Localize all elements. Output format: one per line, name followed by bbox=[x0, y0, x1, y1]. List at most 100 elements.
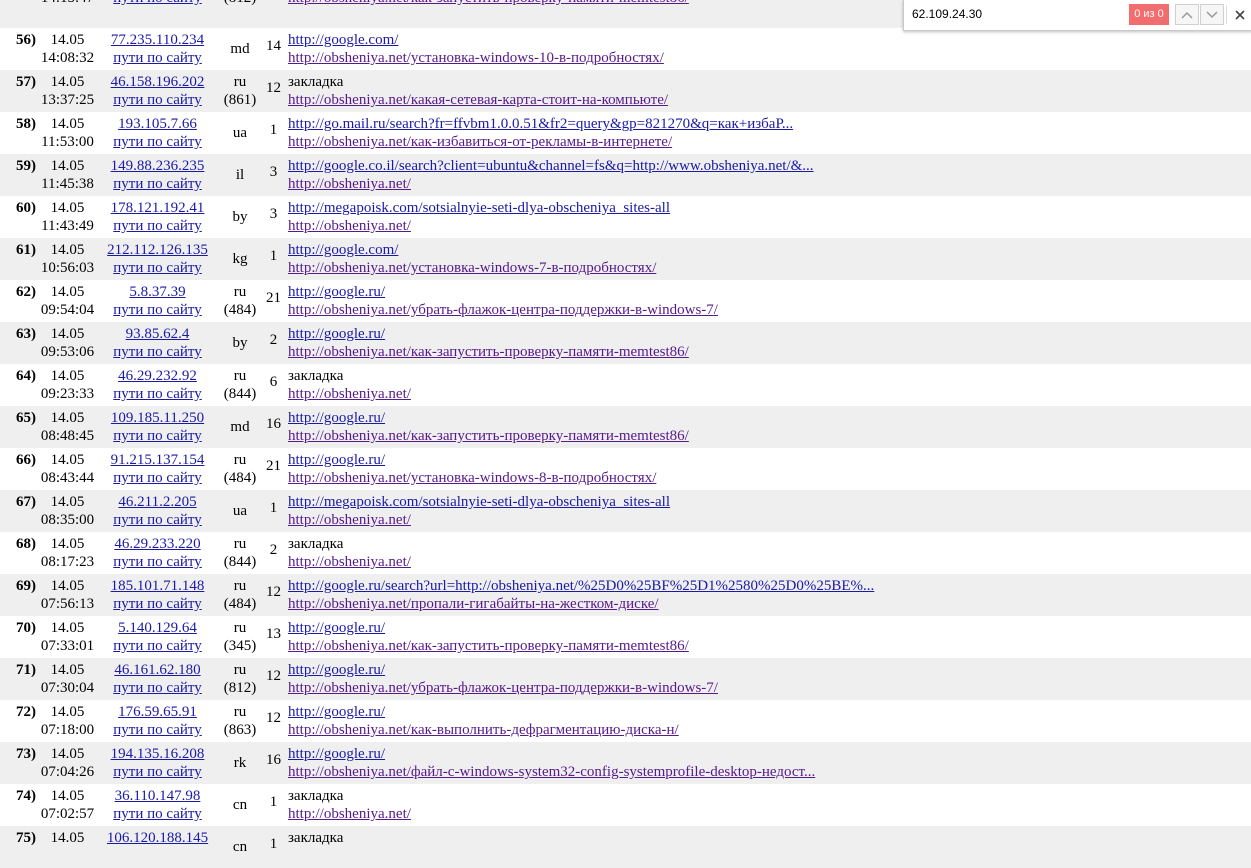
ip-link[interactable]: 77.235.110.234 bbox=[99, 31, 216, 49]
ip-link[interactable]: 5.8.37.39 bbox=[99, 283, 216, 301]
landing-page-link[interactable]: http://obsheniya.net/ bbox=[288, 175, 1251, 193]
ip-link[interactable]: 109.185.11.250 bbox=[99, 409, 216, 427]
site-paths-link[interactable]: пути по сайту bbox=[99, 175, 216, 193]
landing-page-link[interactable]: http://obsheniya.net/установка-windows-7… bbox=[288, 259, 1251, 277]
ip-link[interactable]: 185.101.71.148 bbox=[99, 577, 216, 595]
landing-page-link[interactable]: http://obsheniya.net/ bbox=[288, 553, 1251, 571]
referrer-link[interactable]: http://google.ru/ bbox=[288, 451, 1251, 469]
landing-page-link[interactable]: http://obsheniya.net/как-запустить-прове… bbox=[288, 637, 1251, 655]
row-number: 60) bbox=[0, 196, 36, 238]
referrer-link[interactable]: http://google.ru/ bbox=[288, 325, 1251, 343]
landing-page-link[interactable]: http://obsheniya.net/убрать-флажок-центр… bbox=[288, 301, 1251, 319]
referrer-link[interactable]: http://go.mail.ru/search?fr=ffvbm1.0.0.5… bbox=[288, 115, 1251, 133]
find-input[interactable] bbox=[908, 4, 1132, 24]
referrer-link[interactable]: http://google.co.il/search?client=ubuntu… bbox=[288, 157, 1251, 175]
ip-link[interactable]: 212.112.126.135 bbox=[99, 241, 216, 259]
site-paths-link[interactable]: пути по сайту bbox=[99, 91, 216, 109]
site-paths-link[interactable]: пути по сайту bbox=[99, 679, 216, 697]
landing-page-link[interactable]: http://obsheniya.net/файл-с-windows-syst… bbox=[288, 763, 1251, 781]
ip-link[interactable]: 149.88.236.235 bbox=[99, 157, 216, 175]
referrer-cell: http://google.ru/http://obsheniya.net/ус… bbox=[283, 448, 1251, 490]
site-paths-link[interactable]: пути по сайту bbox=[99, 49, 216, 67]
site-paths-link[interactable]: пути по сайту bbox=[99, 427, 216, 445]
site-paths-link[interactable]: пути по сайту bbox=[99, 553, 216, 571]
site-paths-link[interactable]: пути по сайту bbox=[99, 385, 216, 403]
landing-page-link[interactable]: http://obsheniya.net/как-запустить-прове… bbox=[288, 427, 1251, 445]
visit-count: 12 bbox=[266, 584, 281, 600]
ip-link[interactable]: 106.120.188.145 bbox=[99, 829, 216, 847]
region-code: (484) bbox=[223, 596, 257, 612]
landing-page-link[interactable]: http://obsheniya.net/пропали-гигабайты-н… bbox=[288, 595, 1251, 613]
ip-link[interactable]: 46.161.62.180 bbox=[99, 661, 216, 679]
ip-link[interactable]: 194.135.16.208 bbox=[99, 745, 216, 763]
landing-page-link[interactable]: http://obsheniya.net/какая-сетевая-карта… bbox=[288, 91, 1251, 109]
ip-link[interactable]: 176.59.65.91 bbox=[99, 703, 216, 721]
referrer-link[interactable]: http://google.ru/search?url=http://obshe… bbox=[288, 577, 1251, 595]
site-paths-link[interactable]: пути по сайту bbox=[99, 133, 216, 151]
ip-link[interactable]: 46.158.196.202 bbox=[99, 73, 216, 91]
ip-link[interactable]: 193.105.7.66 bbox=[99, 115, 216, 133]
visit-datetime: 14.05 14:08:32 bbox=[36, 28, 99, 70]
visit-count-cell: 2 bbox=[264, 322, 283, 364]
site-paths-link[interactable]: пути по сайту bbox=[99, 763, 216, 781]
site-paths-link[interactable]: пути по сайту bbox=[99, 0, 216, 7]
visitor-ip-cell: 5.8.37.39 пути по сайту bbox=[99, 280, 216, 322]
ip-link[interactable]: 91.215.137.154 bbox=[99, 451, 216, 469]
landing-page-link[interactable]: http://obsheniya.net/установка-windows-8… bbox=[288, 469, 1251, 487]
referrer-link[interactable]: http://google.ru/ bbox=[288, 619, 1251, 637]
referrer-cell: закладка http://obsheniya.net/ bbox=[283, 784, 1251, 826]
visit-time: 11:43:49 bbox=[41, 218, 94, 234]
site-paths-link[interactable]: пути по сайту bbox=[99, 805, 216, 823]
site-paths-link[interactable]: пути по сайту bbox=[99, 469, 216, 487]
find-bar-divider bbox=[1226, 6, 1227, 24]
find-next-button[interactable] bbox=[1200, 4, 1224, 25]
referrer-link[interactable]: http://google.com/ bbox=[288, 241, 1251, 259]
row-number: 73) bbox=[0, 742, 36, 784]
country-code: ru bbox=[233, 620, 247, 636]
landing-page-link[interactable]: http://obsheniya.net/убрать-флажок-центр… bbox=[288, 679, 1251, 697]
referrer-link[interactable]: http://google.ru/ bbox=[288, 283, 1251, 301]
landing-page-link[interactable]: http://obsheniya.net/ bbox=[288, 805, 1251, 823]
landing-page-link[interactable]: http://obsheniya.net/ bbox=[288, 217, 1251, 235]
referrer-link[interactable]: http://google.com/ bbox=[288, 31, 1251, 49]
find-close-button[interactable] bbox=[1230, 4, 1250, 25]
site-paths-link[interactable]: пути по сайту bbox=[99, 259, 216, 277]
landing-page-link[interactable]: http://obsheniya.net/как-запустить-прове… bbox=[288, 343, 1251, 361]
row-number-text: 72) bbox=[16, 704, 36, 720]
referrer-link[interactable]: http://google.ru/ bbox=[288, 409, 1251, 427]
ip-link[interactable]: 46.211.2.205 bbox=[99, 493, 216, 511]
visit-count-cell: 21 bbox=[264, 448, 283, 490]
referrer-link[interactable]: http://megapoisk.com/sotsialnyie-seti-dl… bbox=[288, 493, 1251, 511]
site-paths-link[interactable]: пути по сайту bbox=[99, 595, 216, 613]
landing-page-link[interactable]: http://obsheniya.net/как-выполнить-дефра… bbox=[288, 721, 1251, 739]
referrer-link[interactable]: http://google.ru/ bbox=[288, 661, 1251, 679]
ip-link[interactable]: 36.110.147.98 bbox=[99, 787, 216, 805]
landing-page-link[interactable]: http://obsheniya.net/ bbox=[288, 385, 1251, 403]
site-paths-link[interactable]: пути по сайту bbox=[99, 217, 216, 235]
visit-count: 1 bbox=[269, 836, 278, 852]
referrer-link[interactable]: http://megapoisk.com/sotsialnyie-seti-dl… bbox=[288, 199, 1251, 217]
visit-count: 12 bbox=[266, 710, 281, 726]
referrer-bookmark: закладка bbox=[288, 788, 344, 804]
site-paths-link[interactable]: пути по сайту bbox=[99, 637, 216, 655]
table-row: 75) 14.05 106.120.188.145 cn 1 закладка bbox=[0, 826, 1251, 868]
visit-date: 14.05 bbox=[50, 242, 85, 258]
site-paths-link[interactable]: пути по сайту bbox=[99, 721, 216, 739]
ip-link[interactable]: 93.85.62.4 bbox=[99, 325, 216, 343]
landing-page-link[interactable]: http://obsheniya.net/как-избавиться-от-р… bbox=[288, 133, 1251, 151]
referrer-link[interactable]: http://google.ru/ bbox=[288, 703, 1251, 721]
ip-link[interactable]: 5.140.129.64 bbox=[99, 619, 216, 637]
site-paths-link[interactable]: пути по сайту bbox=[99, 511, 216, 529]
find-previous-button[interactable] bbox=[1175, 4, 1199, 25]
referrer-link[interactable]: http://google.ru/ bbox=[288, 745, 1251, 763]
ip-link[interactable]: 46.29.233.220 bbox=[99, 535, 216, 553]
row-number-text: 56) bbox=[16, 32, 36, 48]
site-paths-link[interactable]: пути по сайту bbox=[99, 343, 216, 361]
site-paths-link[interactable]: пути по сайту bbox=[99, 301, 216, 319]
landing-page-link[interactable]: http://obsheniya.net/ bbox=[288, 511, 1251, 529]
landing-page-link[interactable]: http://obsheniya.net/установка-windows-1… bbox=[288, 49, 1251, 67]
ip-link[interactable]: 178.121.192.41 bbox=[99, 199, 216, 217]
country-code: cn bbox=[232, 839, 248, 855]
visitor-ip-cell: 46.158.196.202 пути по сайту bbox=[99, 70, 216, 112]
ip-link[interactable]: 46.29.232.92 bbox=[99, 367, 216, 385]
